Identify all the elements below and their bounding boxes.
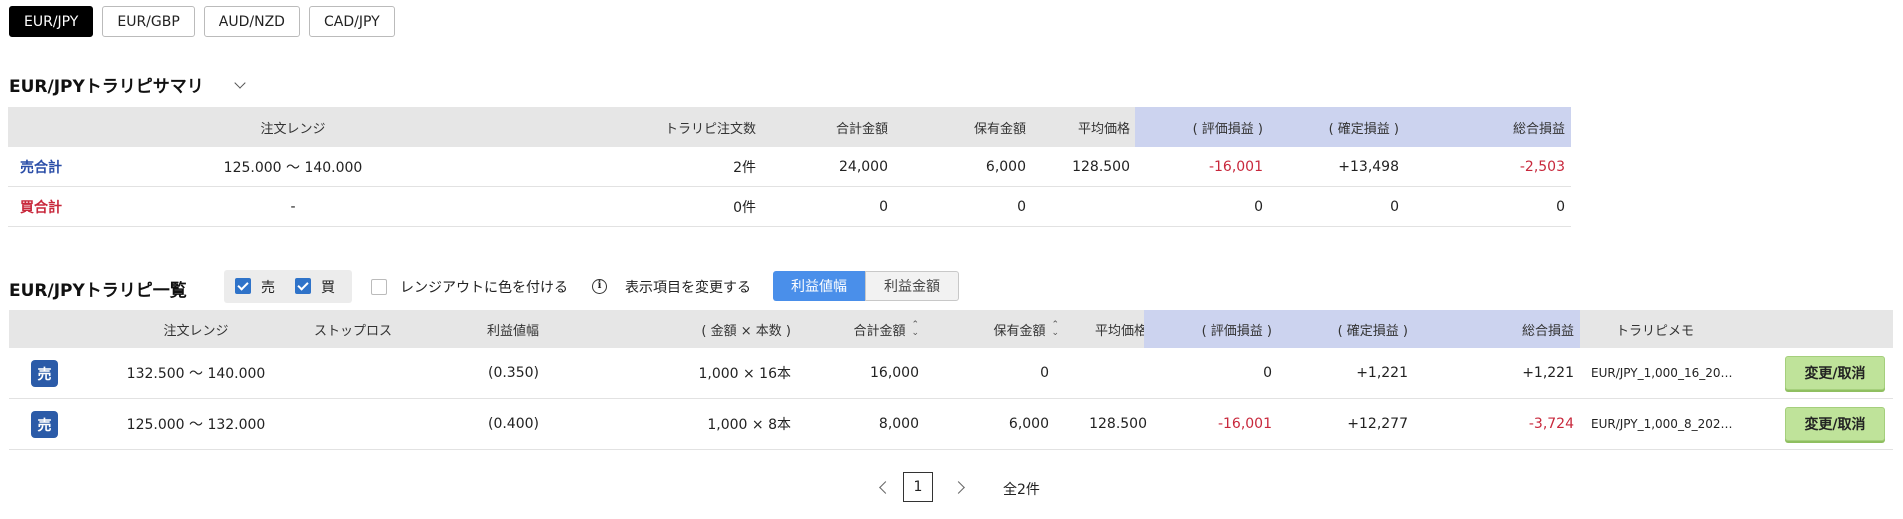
realized-pl: +12,277	[1347, 416, 1408, 432]
sell-filter-label: 売	[261, 280, 275, 296]
avg-price	[1067, 348, 1147, 398]
col-overall: 総合損益	[1407, 107, 1571, 147]
realized-pl: 0	[1390, 198, 1399, 215]
amount-qty: 1,000 × 16本	[698, 366, 791, 382]
col-unrealized: ( 評価損益 )	[1135, 107, 1271, 147]
table-row: 売 125.000 〜 132.000 (0.400) 1,000 × 8本 8…	[9, 399, 1893, 450]
col-avg-price: 平均価格	[1077, 121, 1130, 137]
col-profit-width: 利益値幅	[486, 323, 539, 339]
col-total[interactable]: 合計金額 ⌃ ⌄	[799, 310, 919, 348]
page-1-button[interactable]: 1	[903, 472, 933, 502]
buy-filter-checkbox[interactable]	[295, 278, 311, 294]
pair-tabs: EUR/JPY EUR/GBP AUD/NZD CAD/JPY	[9, 6, 395, 37]
col-unrealized: ( 評価損益 )	[1144, 310, 1280, 348]
total-amount: 24,000	[839, 158, 888, 175]
profit-amount-toggle[interactable]: 利益金額	[865, 271, 959, 301]
list-title: EUR/JPYトラリピ一覧	[9, 281, 187, 301]
holding-amount: 6,000	[1008, 416, 1049, 432]
row-label: 買合計	[20, 199, 62, 216]
total-amount: 8,000	[878, 416, 919, 432]
holding-amount: 0	[1017, 198, 1026, 215]
summary-row-buy: 買合計 - 0件 0 0 0 0 0	[8, 187, 1571, 227]
unrealized-pl: 0	[1263, 365, 1272, 381]
avg-price: 128.500	[1089, 416, 1147, 432]
buy-filter-label: 買	[321, 280, 335, 296]
tab-cad-jpy[interactable]: CAD/JPY	[308, 6, 395, 37]
col-avg-price: 平均価格	[1094, 323, 1147, 339]
col-holding: 保有金額	[973, 121, 1026, 137]
order-range: -	[290, 198, 296, 215]
realized-pl: +1,221	[1356, 365, 1408, 381]
summary-header-row: 注文レンジ トラリピ注文数 合計金額 保有金額 平均価格 ( 評価損益 ) ( …	[8, 107, 1571, 147]
profit-width: (0.400)	[487, 416, 539, 432]
profit-width-toggle[interactable]: 利益値幅	[773, 271, 865, 301]
col-realized: ( 確定損益 )	[1280, 310, 1416, 348]
range-out-checkbox[interactable]	[371, 279, 387, 295]
order-range: 125.000 〜 132.000	[126, 417, 266, 433]
unrealized-pl: 0	[1254, 198, 1263, 215]
prev-page-icon[interactable]	[879, 481, 892, 494]
unrealized-pl: -16,001	[1217, 416, 1272, 432]
change-cancel-button[interactable]: 変更/取消	[1785, 356, 1885, 390]
sell-filter-checkbox[interactable]	[235, 278, 251, 294]
order-range: 132.500 〜 140.000	[126, 366, 266, 382]
avg-price: 128.500	[1072, 158, 1130, 175]
col-memo: トラリピメモ	[1615, 323, 1694, 339]
tab-eur-jpy[interactable]: EUR/JPY	[9, 6, 94, 37]
table-row: 売 132.500 〜 140.000 (0.350) 1,000 × 16本 …	[9, 348, 1893, 399]
overall-pl: -2,503	[1519, 158, 1565, 175]
realized-pl: +13,498	[1338, 158, 1399, 175]
order-range: 125.000 〜 140.000	[223, 159, 363, 176]
col-overall: 総合損益	[1416, 310, 1580, 348]
avg-price	[1028, 187, 1130, 226]
trap-list-table: 注文レンジ ストップロス 利益値幅 ( 金額 × 本数 ) 合計金額 ⌃ ⌄ 保有金…	[9, 310, 1893, 450]
col-realized: ( 確定損益 )	[1271, 107, 1407, 147]
overall-pl: -3,724	[1528, 416, 1574, 432]
order-count: 2件	[733, 159, 756, 176]
overall-pl: +1,221	[1522, 365, 1574, 381]
list-header-row: 注文レンジ ストップロス 利益値幅 ( 金額 × 本数 ) 合計金額 ⌃ ⌄ 保有金…	[9, 310, 1893, 348]
memo: EUR/JPY_1,000_16_20…	[1591, 366, 1733, 380]
sell-badge: 売	[31, 360, 58, 387]
total-count-label: 全2件	[1003, 482, 1040, 498]
summary-title: EUR/JPYトラリピサマリ	[9, 77, 204, 97]
range-out-label: レンジアウトに色を付ける	[400, 280, 568, 296]
total-amount: 16,000	[870, 365, 919, 381]
change-cancel-button[interactable]: 変更/取消	[1785, 407, 1885, 441]
total-amount: 0	[879, 198, 888, 215]
col-stoploss: ストップロス	[314, 323, 393, 339]
sort-icon[interactable]: ⌃ ⌄	[911, 321, 919, 338]
overall-pl: 0	[1556, 198, 1565, 215]
chevron-down-icon[interactable]	[234, 77, 246, 89]
col-order-range: 注文レンジ	[260, 121, 326, 137]
amount-qty: 1,000 × 8本	[707, 417, 791, 433]
unrealized-pl: -16,001	[1208, 158, 1263, 175]
col-total: 合計金額	[835, 121, 888, 137]
holding-amount: 6,000	[985, 158, 1026, 175]
display-items-label[interactable]: 表示項目を変更する	[625, 277, 751, 297]
side-filter-group: 売 買	[224, 270, 352, 303]
tab-aud-nzd[interactable]: AUD/NZD	[203, 6, 300, 37]
holding-amount: 0	[1040, 365, 1049, 381]
row-label: 売合計	[20, 159, 62, 176]
memo: EUR/JPY_1,000_8_202…	[1591, 417, 1733, 431]
sort-icon[interactable]: ⌃ ⌄	[1051, 321, 1059, 338]
summary-table: 注文レンジ トラリピ注文数 合計金額 保有金額 平均価格 ( 評価損益 ) ( …	[8, 107, 1571, 227]
next-page-icon[interactable]	[952, 481, 965, 494]
profit-width: (0.350)	[487, 365, 539, 381]
col-amount-qty: ( 金額 × 本数 )	[701, 323, 791, 339]
tab-eur-gbp[interactable]: EUR/GBP	[102, 6, 195, 37]
info-icon[interactable]: i	[592, 279, 607, 294]
order-count: 0件	[733, 199, 756, 216]
summary-row-sell: 売合計 125.000 〜 140.000 2件 24,000 6,000 12…	[8, 147, 1571, 187]
col-holding[interactable]: 保有金額 ⌃ ⌄	[929, 310, 1059, 348]
col-order-range: 注文レンジ	[163, 323, 229, 339]
col-order-count: トラリピ注文数	[664, 121, 756, 137]
sell-badge: 売	[31, 411, 58, 438]
